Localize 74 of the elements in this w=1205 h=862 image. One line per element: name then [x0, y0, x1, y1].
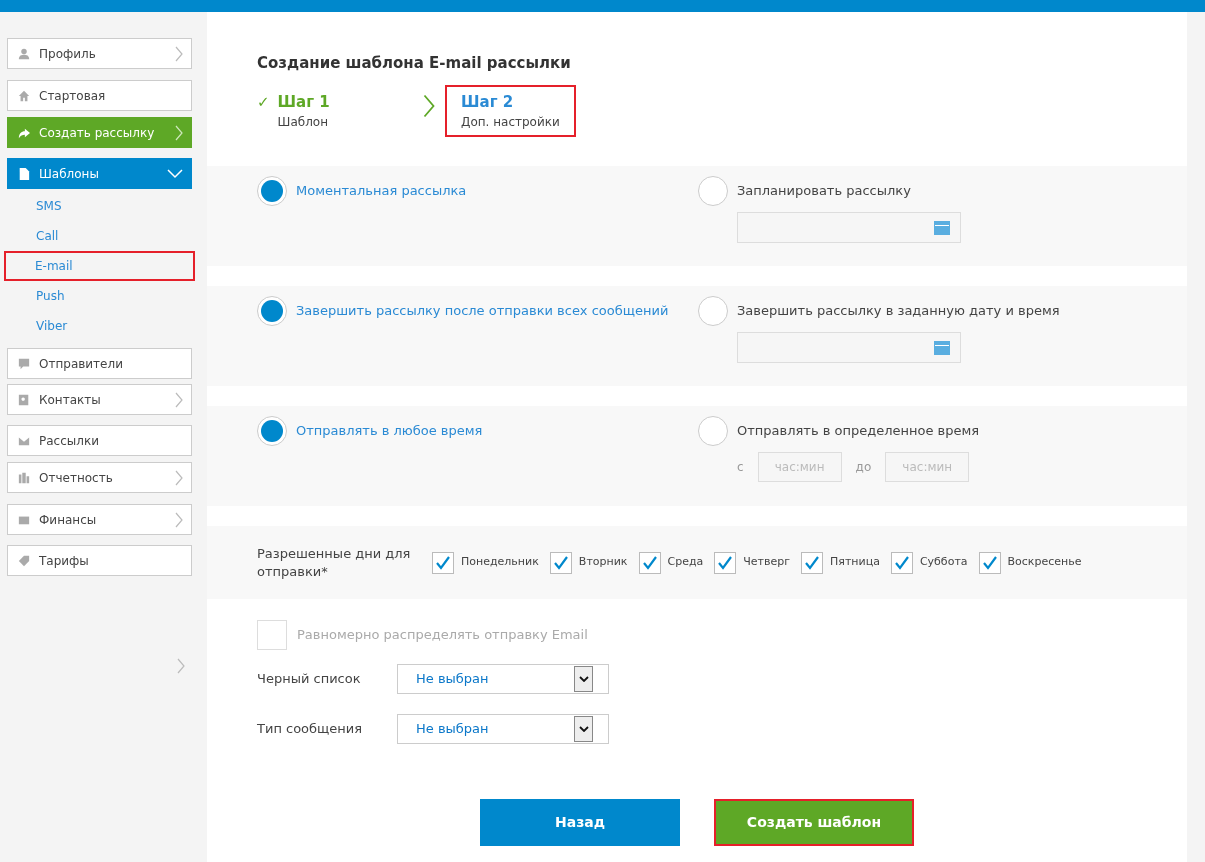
home-icon [18, 89, 30, 102]
day-label[interactable]: Понедельник [461, 554, 539, 571]
day-label[interactable]: Суббота [919, 554, 968, 571]
chevron-down-icon [167, 168, 183, 179]
back-button[interactable]: Назад [480, 799, 680, 846]
days-label: Разрешенные дни для отправки* [257, 544, 412, 581]
option-label[interactable]: Отправлять в любое время [296, 421, 483, 441]
check-icon: ✓ [257, 90, 270, 131]
calendar-icon[interactable] [934, 220, 950, 235]
radio-button[interactable] [698, 296, 728, 326]
sidebar-item[interactable]: Финансы [7, 504, 192, 535]
caret-icon [574, 666, 593, 692]
day-label[interactable]: Воскресенье [1007, 554, 1082, 571]
sidebar-item[interactable]: Контакты [7, 384, 192, 415]
checkbox[interactable] [549, 551, 572, 574]
sidebar-item[interactable]: Тарифы [7, 545, 192, 576]
dropdown[interactable]: Не выбран [397, 664, 609, 694]
radio-button[interactable] [257, 296, 287, 326]
sidebar-item[interactable]: Отчетность [7, 462, 192, 493]
file-icon [18, 167, 30, 180]
sidebar-item[interactable]: Профиль [7, 38, 192, 69]
time-field[interactable]: час:мин [885, 452, 970, 482]
user-icon [18, 47, 30, 60]
day-label[interactable]: Четверг [743, 554, 790, 571]
date-field[interactable] [737, 212, 961, 243]
calendar-icon[interactable] [934, 340, 950, 355]
day-label[interactable]: Вторник [578, 554, 628, 571]
checkbox[interactable] [638, 551, 661, 574]
chevron-right-icon [175, 511, 183, 528]
option-label[interactable]: Завершить рассылку после отправки всех сообщений [296, 301, 669, 321]
submenu-item[interactable]: E-mail [4, 251, 195, 281]
checkbox[interactable] [257, 620, 287, 650]
option-label[interactable]: Завершить рассылку в заданную дату и время [737, 301, 1060, 321]
option-label[interactable]: Моментальная рассылка [296, 181, 467, 201]
sidebar-item[interactable]: Отправители [7, 348, 192, 379]
chevron-right-icon [175, 45, 183, 62]
radio-button[interactable] [257, 176, 287, 206]
sidebar-item[interactable]: Стартовая [7, 80, 192, 111]
submenu-item[interactable]: Push [7, 281, 192, 311]
page-title: Создание шаблона E-mail рассылки [257, 53, 572, 74]
day-label[interactable]: Пятница [830, 554, 880, 571]
option-label[interactable]: Запланировать рассылку [737, 181, 911, 201]
step[interactable]: ✓ Шаг 1 Шаблон [241, 84, 413, 137]
option-label[interactable]: Отправлять в определенное время [737, 421, 980, 441]
caret-icon [574, 716, 593, 742]
step[interactable]: Шаг 2 Доп. настройки [445, 84, 576, 137]
date-field[interactable] [737, 332, 961, 363]
radio-button[interactable] [257, 416, 287, 446]
submenu-item[interactable]: SMS [7, 191, 192, 221]
checkbox[interactable] [801, 551, 823, 574]
radio-button[interactable] [698, 176, 728, 206]
checkbox[interactable] [978, 551, 1001, 574]
checkbox[interactable] [714, 551, 737, 574]
dropdown[interactable]: Не выбран [397, 714, 609, 744]
checkbox[interactable] [432, 551, 454, 574]
share-icon [18, 126, 30, 139]
checkbox[interactable] [890, 551, 913, 574]
tag-icon [18, 554, 30, 567]
contact-icon [18, 393, 30, 406]
to-label: до [855, 459, 872, 476]
chevron-right-icon [175, 391, 183, 408]
chevron-right-icon [175, 124, 183, 141]
sidebar-item[interactable]: Рассылки [7, 425, 192, 456]
day-label[interactable]: Среда [667, 554, 704, 571]
message-icon [18, 357, 30, 370]
chevron-right-icon [175, 469, 183, 486]
sidebar-item[interactable]: Шаблоны [7, 158, 192, 189]
chevron-right-icon [177, 658, 185, 674]
field-label: Тип сообщения [257, 720, 364, 739]
time-field[interactable]: час:мин [757, 452, 842, 482]
report-icon [18, 471, 30, 484]
radio-button[interactable] [698, 416, 728, 446]
from-label: с [737, 459, 744, 476]
field-label: Черный список [257, 670, 362, 689]
